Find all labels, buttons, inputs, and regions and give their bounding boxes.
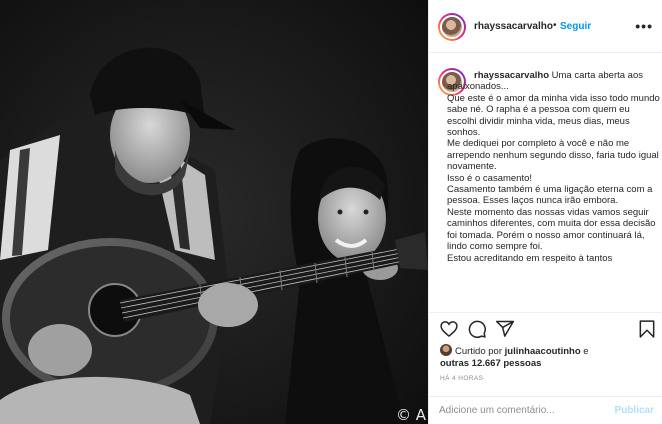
post-header: rhayssacarvalho • Seguir ••• bbox=[429, 0, 662, 53]
comment-icon[interactable] bbox=[467, 319, 487, 339]
photo-credit: © A bbox=[396, 406, 427, 424]
liked-user-link[interactable]: julinhaacoutinho bbox=[505, 346, 581, 357]
caption-line: Me dediquei por completo à você e não me… bbox=[447, 138, 659, 173]
caption-line: Neste momento das nossas vidas vamos seg… bbox=[447, 206, 656, 253]
more-horizontal-icon[interactable]: ••• bbox=[635, 18, 653, 34]
heart-icon[interactable] bbox=[439, 319, 459, 339]
caption-username[interactable]: rhayssacarvalho bbox=[447, 70, 549, 81]
post-actions: Curtido por julinhaacoutinho e outras 12… bbox=[429, 312, 662, 422]
publish-button[interactable]: Publicar bbox=[615, 405, 654, 416]
liked-prefix: Curtido por bbox=[455, 346, 502, 357]
follow-button[interactable]: Seguir bbox=[560, 21, 591, 32]
post-timestamp[interactable]: HÁ 4 HORAS bbox=[440, 375, 483, 382]
caption-line: Estou acreditando em respeito à tantos bbox=[447, 252, 613, 264]
caption-line: Isso é o casamento! bbox=[447, 172, 533, 184]
post-side-panel: rhayssacarvalho • Seguir ••• rhayssacarv… bbox=[428, 0, 662, 424]
author-avatar[interactable] bbox=[438, 13, 466, 41]
post-photo[interactable]: © A bbox=[0, 0, 428, 424]
photo-image bbox=[0, 0, 428, 424]
share-icon[interactable] bbox=[495, 319, 515, 339]
caption-area: rhayssacarvalho Uma carta aberta aos apa… bbox=[429, 54, 662, 312]
caption-text: rhayssacarvalho Uma carta aberta aos apa… bbox=[447, 70, 661, 264]
caption-line: Que este é o amor da minha vida isso tod… bbox=[447, 92, 660, 139]
liked-and: e bbox=[583, 346, 589, 357]
caption-line: Casamento também é uma ligação eterna co… bbox=[447, 184, 653, 207]
liked-others-link[interactable]: outras 12.667 pessoas bbox=[440, 358, 541, 369]
comment-input[interactable] bbox=[439, 405, 599, 416]
liker-avatar[interactable] bbox=[440, 344, 452, 356]
separator-dot: • bbox=[553, 20, 557, 31]
author-username[interactable]: rhayssacarvalho bbox=[474, 21, 553, 32]
comment-bar: Publicar bbox=[429, 396, 662, 424]
likes-summary: Curtido por julinhaacoutinho e outras 12… bbox=[440, 344, 660, 369]
bookmark-icon[interactable] bbox=[637, 319, 657, 339]
